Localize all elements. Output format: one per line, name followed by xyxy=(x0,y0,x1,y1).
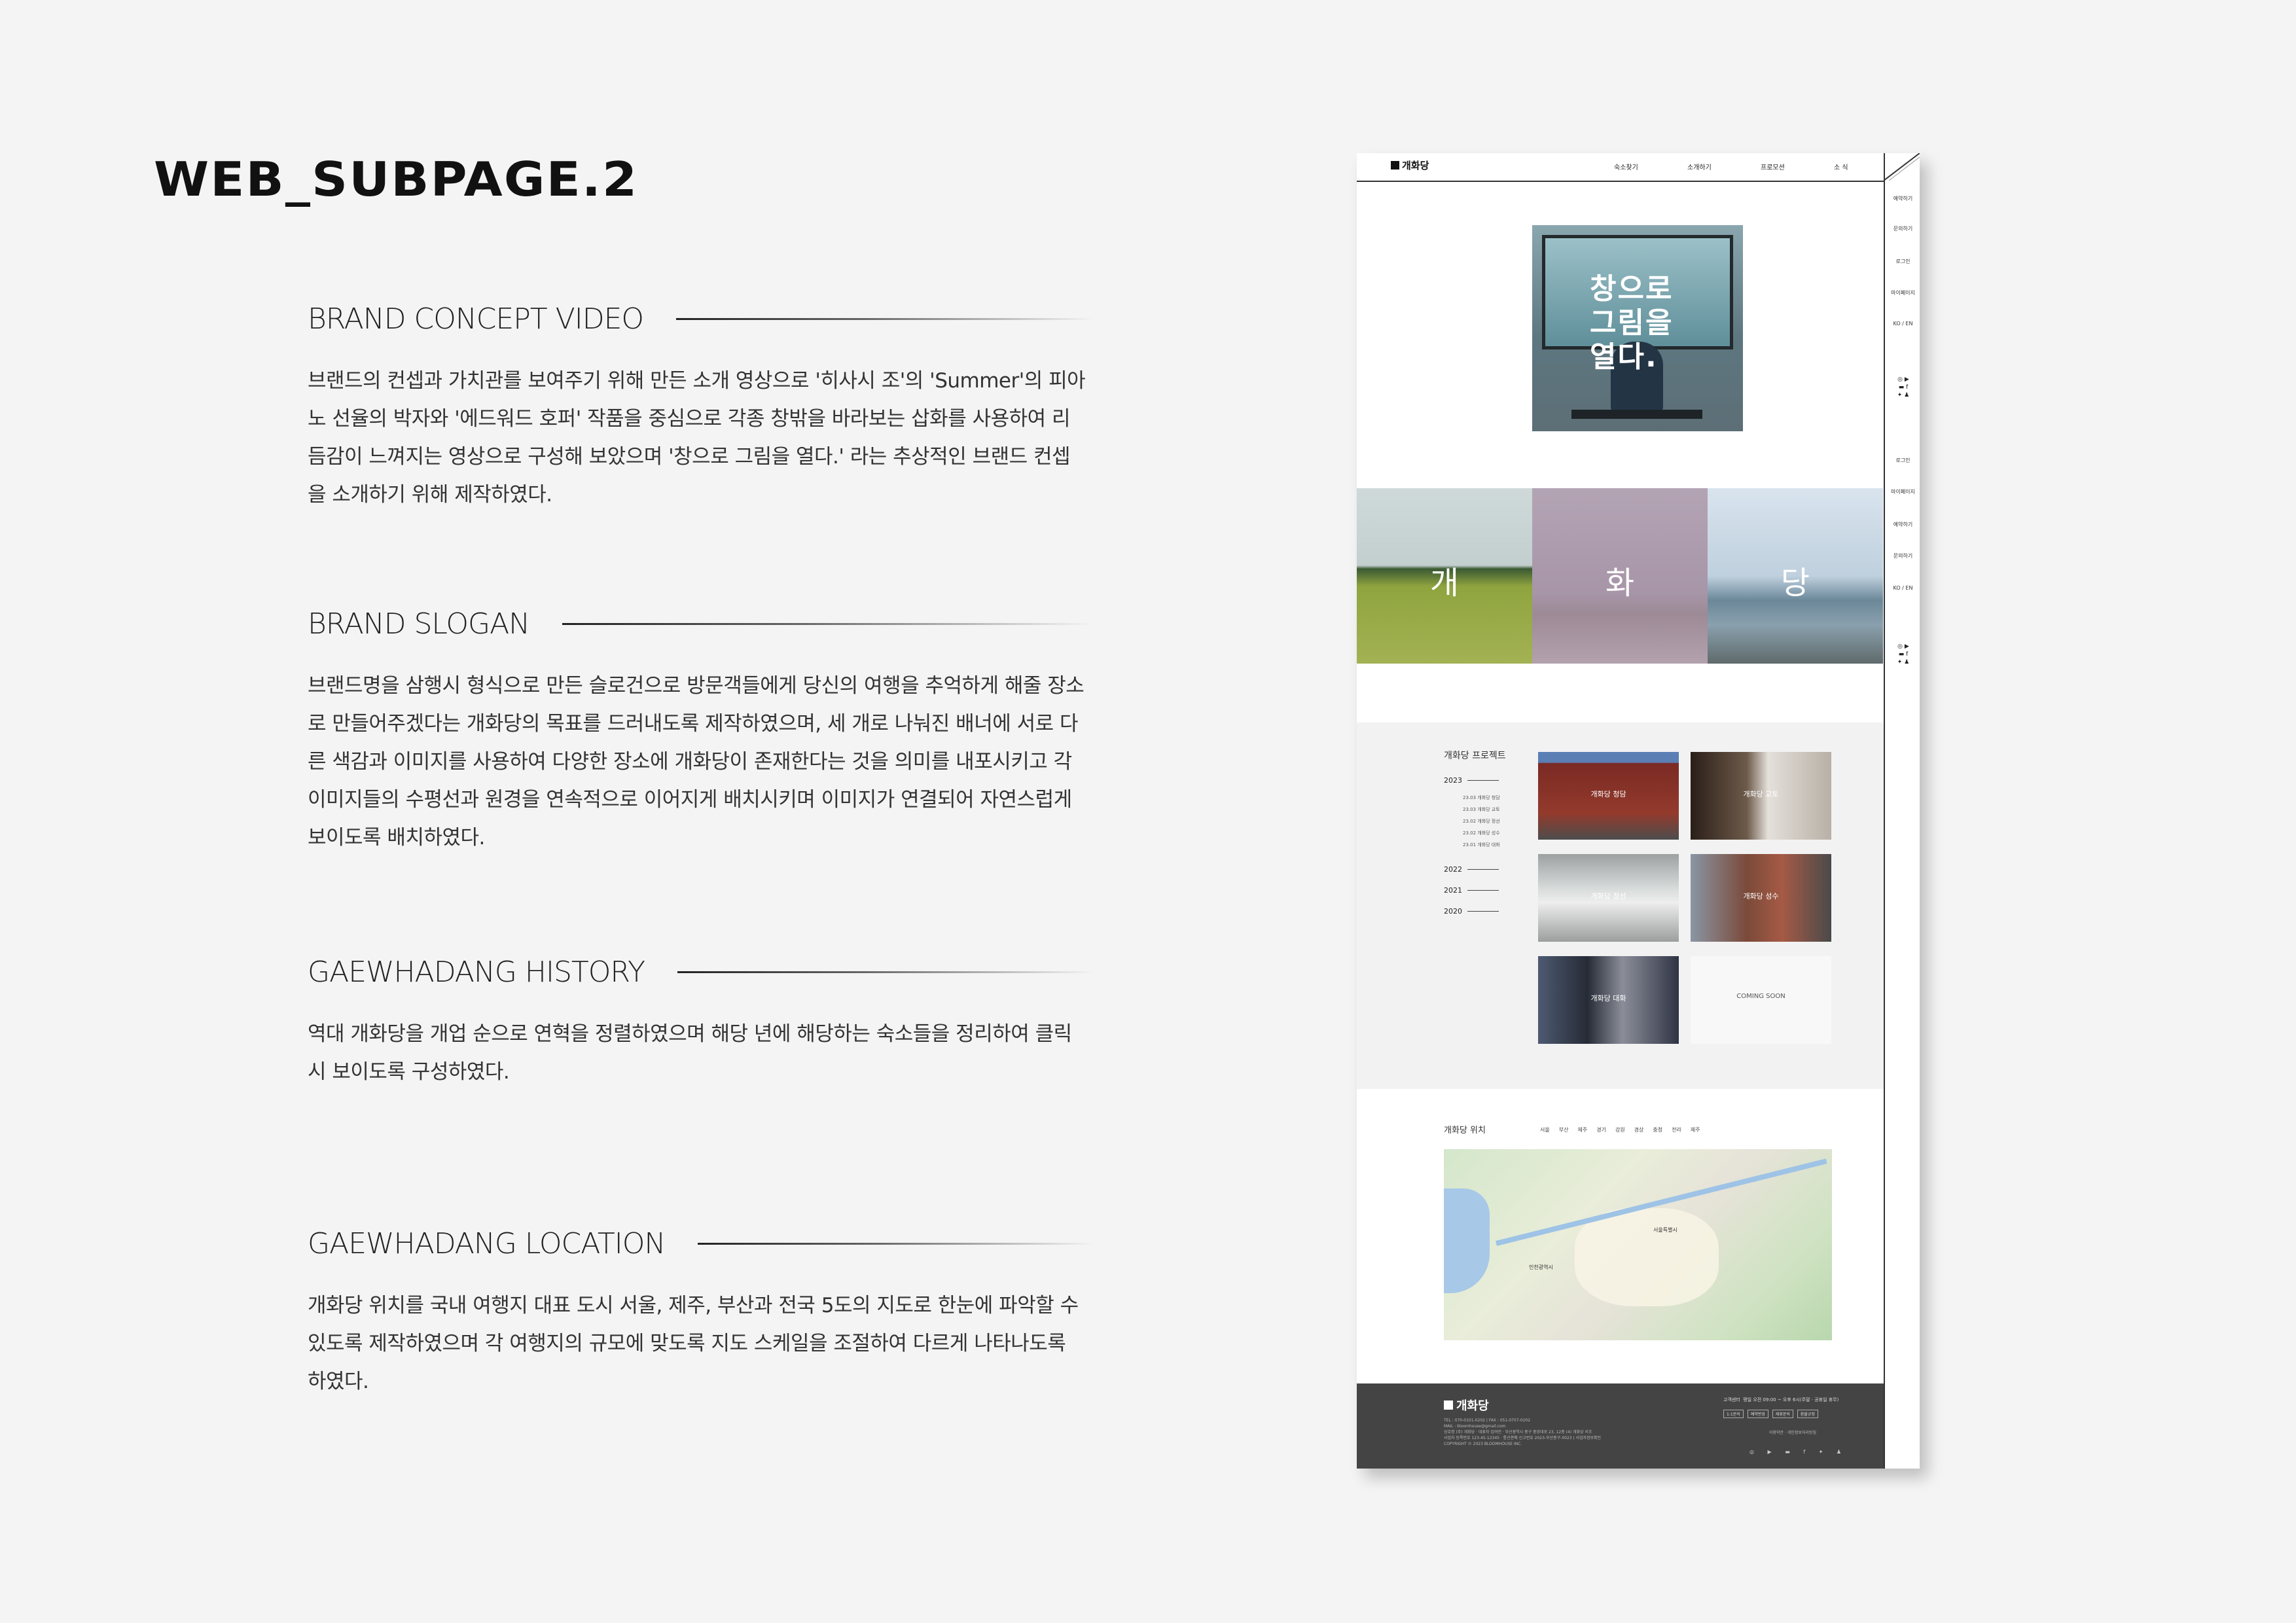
side-quick-menu: 예약하기 문의하기 로그인 마이페이지 KO / EN ◎ ▶ ▬ f ✦ ♟ 로그… xyxy=(1884,153,1920,1469)
section-description: 브랜드의 컨셉과 가치관를 보여주기 위해 만든 소개 영상으로 '히사시 조'… xyxy=(308,369,1086,507)
side-item-mypage[interactable]: 마이페이지 xyxy=(1885,488,1920,495)
section-description: 브랜드명을 삼행시 형식으로 만든 슬로건으로 방문객들에게 당신의 여행을 추… xyxy=(308,674,1085,849)
map-label-incheon: 인천광역시 xyxy=(1529,1264,1553,1270)
year-2023[interactable]: 2023 xyxy=(1444,776,1499,785)
section-title: GAEWHADANG HISTORY xyxy=(308,955,645,989)
site-nav: 숙소찾기 소개하기 프로모션 소 식 xyxy=(1614,162,1907,171)
region-tab[interactable]: 서울 xyxy=(1540,1126,1550,1133)
footer-info: TEL : 070-0101-0202 | FAX : 051-0707-020… xyxy=(1444,1418,1602,1446)
project-card-jeongseon[interactable]: 개화당 정선 xyxy=(1538,854,1679,942)
nav-item-find-stay[interactable]: 숙소찾기 xyxy=(1614,162,1687,171)
project-card-daehwa[interactable]: 개화당 대화 xyxy=(1538,956,1679,1044)
project-history-section: 개화당 프로젝트 2023 23.03 개화당 청담 23.03 개화당 교토 … xyxy=(1357,722,1884,1089)
logo-icon xyxy=(1391,161,1399,169)
side-item-login[interactable]: 로그인 xyxy=(1885,258,1920,265)
slogan-banner-3: 당 xyxy=(1708,488,1883,664)
year-2020[interactable]: 2020 xyxy=(1444,907,1499,916)
location-map[interactable]: 서울특별시 인천광역시 xyxy=(1444,1149,1832,1340)
nav-item-about[interactable]: 소개하기 xyxy=(1687,162,1761,171)
region-tab[interactable]: 부산 xyxy=(1559,1126,1569,1133)
side-item-reserve[interactable]: 예약하기 xyxy=(1885,521,1920,528)
section-title: BRAND CONCEPT VIDEO xyxy=(308,302,644,336)
sub-item[interactable]: 23.02 개화당 성수 xyxy=(1463,830,1500,836)
side-item-login[interactable]: 로그인 xyxy=(1885,457,1920,464)
region-tab[interactable]: 경상 xyxy=(1634,1126,1644,1133)
sub-item[interactable]: 23.03 개화당 교토 xyxy=(1463,806,1500,813)
region-tab[interactable]: 전라 xyxy=(1672,1126,1681,1133)
footer-button[interactable]: 1:1문의 xyxy=(1723,1410,1744,1418)
section-brand-concept-video: BRAND CONCEPT VIDEO 브랜드의 컨셉과 가치관를 보여주기 위… xyxy=(308,302,1093,514)
hero-video[interactable]: 창으로 그림을 열다. xyxy=(1532,225,1743,431)
site-header: 개화당 숙소찾기 소개하기 프로모션 소 식 xyxy=(1357,153,1884,182)
side-item-reserve[interactable]: 예약하기 xyxy=(1885,195,1920,202)
section-description: 역대 개화당을 개업 순으로 연혁을 정렬하였으며 해당 년에 해당하는 숙소들… xyxy=(308,1022,1072,1084)
region-tab[interactable]: 제주 xyxy=(1577,1126,1587,1133)
footer-button[interactable]: 예약변경 xyxy=(1747,1410,1768,1418)
project-card-kyoto[interactable]: 개화당 교토 xyxy=(1691,752,1831,840)
footer-social-icons[interactable]: ◎ ▶ ▬ f ✦ ♟ xyxy=(1749,1449,1847,1455)
footer-button[interactable]: 환불규정 xyxy=(1797,1410,1818,1418)
divider-line xyxy=(677,971,1093,973)
map-label-seoul: 서울특별시 xyxy=(1653,1227,1677,1233)
region-tab[interactable]: 제주 xyxy=(1691,1126,1700,1133)
sub-item[interactable]: 23.03 개화당 청담 xyxy=(1463,794,1500,801)
side-item-inquiry[interactable]: 문의하기 xyxy=(1885,552,1920,560)
side-item-language[interactable]: KO / EN xyxy=(1885,585,1920,591)
footer-buttons: 1:1문의 예약변경 제휴문의 환불규정 xyxy=(1723,1410,1818,1418)
section-brand-slogan: BRAND SLOGAN 브랜드명을 삼행시 형식으로 만든 슬로건으로 방문객… xyxy=(308,607,1093,857)
website-mockup: 개화당 숙소찾기 소개하기 프로모션 소 식 예약하기 문의하기 로그인 마이페… xyxy=(1357,153,1920,1469)
year-2021[interactable]: 2021 xyxy=(1444,886,1499,895)
section-location: GAEWHADANG LOCATION 개화당 위치를 국내 여행지 대표 도시… xyxy=(308,1227,1093,1400)
page-title: WEB_SUBPAGE.2 xyxy=(154,152,639,207)
hero-bench xyxy=(1571,410,1702,419)
section-title: GAEWHADANG LOCATION xyxy=(308,1227,666,1260)
region-tab[interactable]: 경기 xyxy=(1596,1126,1606,1133)
nav-item-promotion[interactable]: 프로모션 xyxy=(1761,162,1834,171)
region-tab[interactable]: 충청 xyxy=(1653,1126,1662,1133)
section-history: GAEWHADANG HISTORY 역대 개화당을 개업 순으로 연혁을 정렬… xyxy=(308,955,1093,1091)
map-sea xyxy=(1444,1188,1490,1293)
slogan-banner-2: 화 xyxy=(1532,488,1708,664)
hero-slogan: 창으로 그림을 열다. xyxy=(1590,272,1674,374)
project-card-seongsu[interactable]: 개화당 성수 xyxy=(1691,854,1831,942)
customer-center: 고객센터 평일 오전 09:00 ~ 오후 6시(주말 · 공휴일 휴무) xyxy=(1723,1397,1839,1402)
sub-item[interactable]: 23.02 개화당 정선 xyxy=(1463,818,1500,825)
side-item-mypage[interactable]: 마이페이지 xyxy=(1885,289,1920,296)
map-city-area xyxy=(1575,1208,1719,1306)
footer-links[interactable]: 이용약관 · 개인정보처리방침 xyxy=(1769,1429,1816,1435)
logo-icon xyxy=(1444,1400,1453,1410)
divider-line xyxy=(562,623,1093,625)
location-title: 개화당 위치 xyxy=(1444,1126,1486,1135)
side-item-language[interactable]: KO / EN xyxy=(1885,321,1920,327)
social-icons[interactable]: ◎ ▶ ▬ f ✦ ♟ xyxy=(1890,643,1916,666)
region-tab[interactable]: 강원 xyxy=(1615,1126,1625,1133)
site-logo[interactable]: 개화당 xyxy=(1391,158,1429,172)
section-title: BRAND SLOGAN xyxy=(308,607,530,641)
divider-line xyxy=(676,318,1093,320)
section-description: 개화당 위치를 국내 여행지 대표 도시 서울, 제주, 부산과 전국 5도의 … xyxy=(308,1294,1079,1393)
project-card-coming-soon: COMING SOON xyxy=(1691,956,1831,1044)
year-2022[interactable]: 2022 xyxy=(1444,865,1499,874)
footer-logo: 개화당 xyxy=(1444,1397,1489,1414)
project-title: 개화당 프로젝트 xyxy=(1444,751,1506,761)
side-item-inquiry[interactable]: 문의하기 xyxy=(1885,225,1920,232)
region-tabs: 서울 부산 제주 경기 강원 경상 충청 전라 제주 xyxy=(1540,1126,1700,1133)
slogan-banner-1: 개 xyxy=(1357,488,1532,664)
site-footer: 개화당 TEL : 070-0101-0202 | FAX : 051-0707… xyxy=(1357,1383,1884,1469)
footer-button[interactable]: 제휴문의 xyxy=(1772,1410,1793,1418)
project-card-cheongdam[interactable]: 개화당 청담 xyxy=(1538,752,1679,840)
social-icons[interactable]: ◎ ▶ ▬ f ✦ ♟ xyxy=(1890,376,1916,399)
sub-item[interactable]: 23.01 개화당 대화 xyxy=(1463,842,1500,848)
divider-line xyxy=(698,1243,1093,1245)
